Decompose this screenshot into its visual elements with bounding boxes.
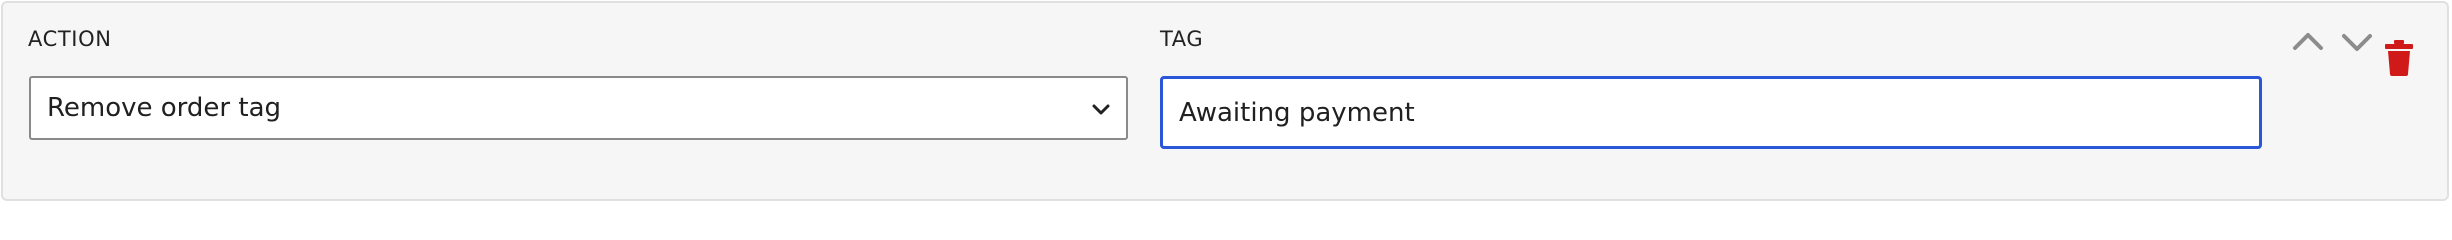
chevron-up-icon bbox=[2293, 33, 2323, 50]
action-row-panel: ACTION Remove order tag TAG bbox=[1, 1, 2449, 201]
chevron-down-icon bbox=[2342, 34, 2372, 51]
chevron-down-icon bbox=[1092, 104, 1110, 115]
tag-label: TAG bbox=[1160, 27, 1204, 51]
delete-button[interactable] bbox=[2379, 37, 2419, 77]
action-label: ACTION bbox=[28, 27, 112, 51]
action-select[interactable]: Remove order tag bbox=[29, 76, 1128, 140]
trash-icon bbox=[2385, 40, 2413, 76]
move-down-button[interactable] bbox=[2338, 23, 2376, 61]
move-up-button[interactable] bbox=[2289, 23, 2327, 61]
tag-input[interactable] bbox=[1160, 76, 2262, 149]
action-select-value: Remove order tag bbox=[47, 93, 281, 123]
